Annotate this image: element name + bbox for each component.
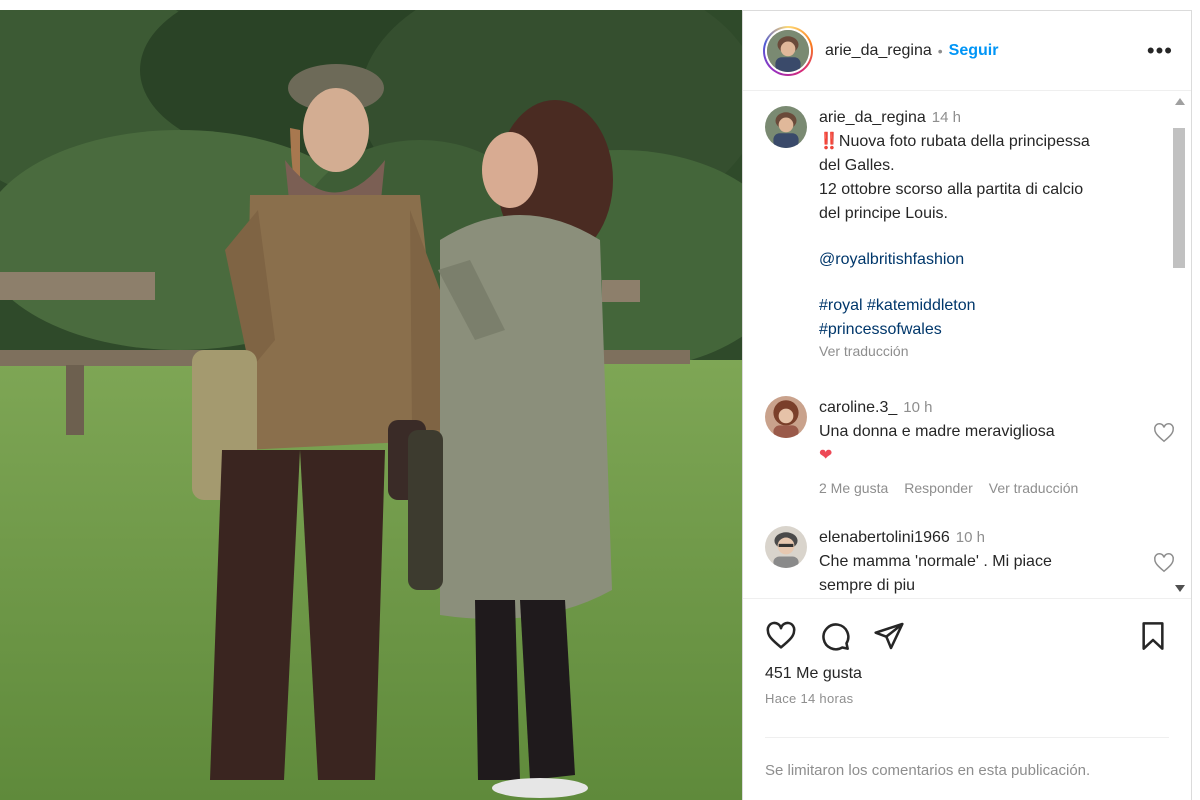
scroll-down-arrow-icon[interactable] xyxy=(1175,585,1185,592)
post-time-ago: Hace 14 horas xyxy=(765,691,854,706)
caption-line: ‼️Nuova foto rubata della principessa xyxy=(819,133,1090,150)
comment-likes[interactable]: 2 Me gusta xyxy=(819,476,888,500)
header-separator: • xyxy=(937,42,943,59)
comment-item: elenabertolini1966 10 h Che mamma 'normal… xyxy=(765,526,1174,598)
commenter-avatar-image xyxy=(765,526,807,568)
comment-translate-link[interactable]: Ver traducción xyxy=(989,476,1079,500)
commenter-avatar[interactable] xyxy=(765,396,807,438)
caption-line: del Galles. xyxy=(819,157,895,174)
comment-icon[interactable] xyxy=(819,620,851,652)
author-avatar-image xyxy=(767,29,809,72)
post-panel: arie_da_regina • Seguir ••• arie_da_regi… xyxy=(742,10,1192,800)
comment-time: 10 h xyxy=(903,399,933,416)
caption-time: 14 h xyxy=(931,109,961,126)
caption-line: del principe Louis. xyxy=(819,205,948,222)
commenter-avatar-image xyxy=(765,396,807,438)
comment-text: Una donna e madre meravigliosa xyxy=(819,423,1055,440)
author-username[interactable]: arie_da_regina xyxy=(825,42,932,60)
comment-time: 10 h xyxy=(955,529,985,546)
comment-item: caroline.3_ 10 h Una donna e madre meravi… xyxy=(765,396,1174,500)
commenter-avatar[interactable] xyxy=(765,526,807,568)
heart-icon[interactable] xyxy=(765,620,797,652)
bookmark-icon[interactable] xyxy=(1137,620,1169,652)
hashtag-links[interactable]: #royal #katemiddleton xyxy=(819,294,1125,318)
caption: arie_da_regina 14 h ‼️Nuova foto rubata d… xyxy=(765,106,1155,360)
post-photo-illustration xyxy=(0,10,742,800)
comments-list[interactable]: arie_da_regina 14 h ‼️Nuova foto rubata d… xyxy=(743,92,1191,598)
heart-emoji: ❤ xyxy=(819,447,833,464)
scrollbar-thumb[interactable] xyxy=(1173,128,1185,268)
caption-avatar-image xyxy=(765,106,807,148)
hashtag-link[interactable]: #princessofwales xyxy=(819,318,1125,342)
scroll-up-arrow-icon[interactable] xyxy=(1175,98,1185,105)
mention-link[interactable]: @royalbritishfashion xyxy=(819,248,1125,272)
caption-avatar[interactable] xyxy=(765,106,807,148)
comments-limited-notice: Se limitaron los comentarios en esta pub… xyxy=(765,737,1169,779)
more-options-icon[interactable]: ••• xyxy=(1147,39,1173,62)
caption-translate-link[interactable]: Ver traducción xyxy=(819,342,1125,360)
caption-line: 12 ottobre scorso alla partita di calcio xyxy=(819,181,1084,198)
comment-username[interactable]: elenabertolini1966 xyxy=(819,529,950,546)
share-icon[interactable] xyxy=(873,620,905,652)
comment-text: sempre di piu xyxy=(819,577,916,594)
post-photo[interactable] xyxy=(0,10,742,800)
follow-button[interactable]: Seguir xyxy=(949,42,999,60)
like-count[interactable]: 451 Me gusta xyxy=(765,665,1169,683)
post-header: arie_da_regina • Seguir ••• xyxy=(743,11,1191,91)
reply-button[interactable]: Responder xyxy=(904,476,973,500)
caption-username[interactable]: arie_da_regina xyxy=(819,109,926,126)
comments-scrollbar[interactable] xyxy=(1171,92,1187,598)
comment-username[interactable]: caroline.3_ xyxy=(819,399,897,416)
post-actions: 451 Me gusta Hace 14 horas xyxy=(743,598,1191,706)
comment-text: Che mamma 'normale' . Mi piace xyxy=(819,553,1052,570)
author-avatar[interactable] xyxy=(763,25,813,76)
